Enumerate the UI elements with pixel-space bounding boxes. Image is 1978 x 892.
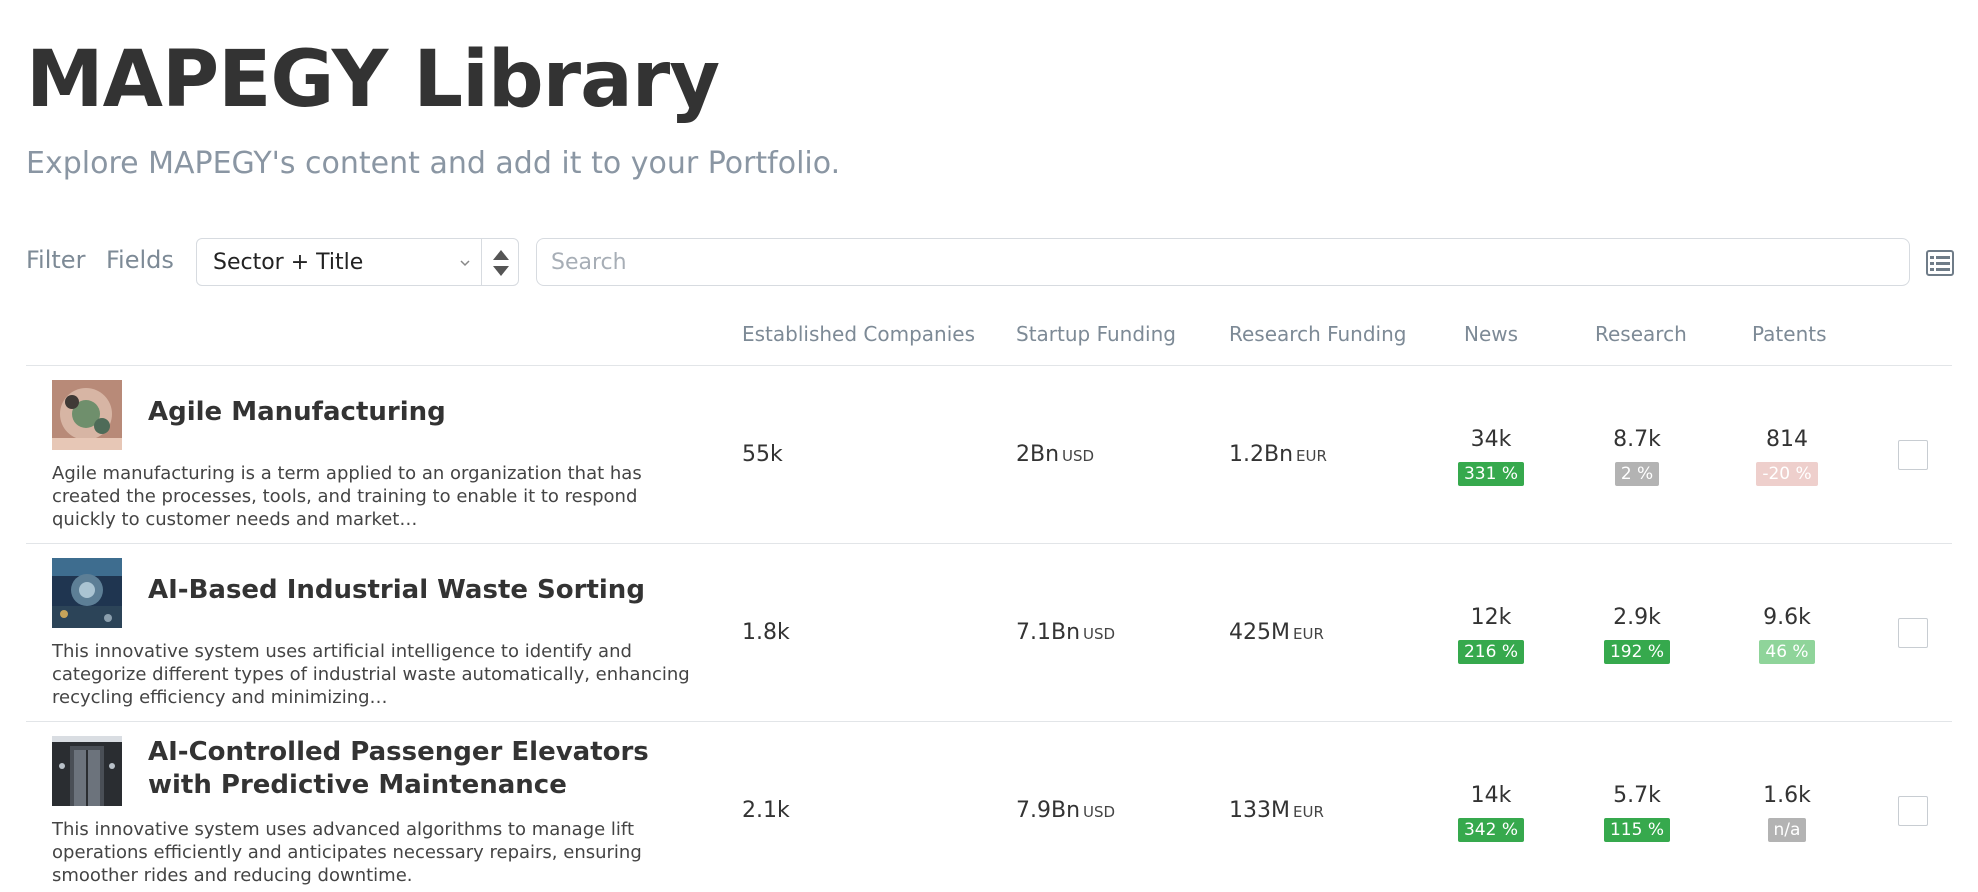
patents-change-badge: -20 % [1756, 462, 1818, 486]
research-funding-unit: EUR [1296, 447, 1327, 465]
startup-funding-unit: USD [1083, 625, 1116, 643]
startup-funding-cell: 7.9Bn USD [1016, 798, 1115, 823]
add-to-portfolio-checkbox[interactable] [1898, 796, 1928, 826]
topic-description: This innovative system uses artificial i… [52, 641, 690, 708]
established-companies-value: 1.8k [742, 620, 790, 645]
table-header: Established Companies Startup Funding Re… [26, 318, 1952, 366]
sort-arrows-icon [493, 250, 509, 276]
patents-value: 814 [1766, 427, 1808, 452]
column-header-research[interactable]: Research [1595, 322, 1687, 346]
topic-description: This innovative system uses advanced alg… [52, 819, 642, 886]
research-funding-cell: 133M EUR [1229, 798, 1324, 823]
column-header-news[interactable]: News [1464, 322, 1518, 346]
research-value: 2.9k [1613, 605, 1661, 630]
page-title: MAPEGY Library [26, 35, 720, 125]
research-metric: 2.9k 192 % [1577, 604, 1697, 664]
news-value: 14k [1470, 783, 1512, 808]
research-funding-value: 1.2Bn [1229, 442, 1294, 467]
table-row[interactable]: AI-Controlled Passenger Elevators with P… [26, 722, 1952, 892]
topic-title[interactable]: AI-Based Industrial Waste Sorting [148, 574, 668, 607]
startup-funding-value: 7.9Bn [1016, 798, 1081, 823]
add-to-portfolio-checkbox[interactable] [1898, 440, 1928, 470]
library-page: MAPEGY Library Explore MAPEGY's content … [0, 0, 1978, 892]
table-row[interactable]: Agile Manufacturing Agile manufacturing … [26, 366, 1952, 544]
news-change-badge: 331 % [1457, 462, 1524, 486]
column-header-patents[interactable]: Patents [1752, 322, 1827, 346]
add-to-portfolio-checkbox[interactable] [1898, 618, 1928, 648]
topic-title[interactable]: Agile Manufacturing [148, 396, 668, 429]
news-change-badge: 216 % [1457, 640, 1524, 664]
research-metric: 8.7k 2 % [1577, 426, 1697, 486]
research-change-badge: 2 % [1614, 462, 1660, 486]
toolbar: Filter Fields Sector + Title [0, 238, 1978, 286]
research-funding-cell: 425M EUR [1229, 620, 1324, 645]
topic-description: Agile manufacturing is a term applied to… [52, 463, 642, 530]
column-header-startup-funding[interactable]: Startup Funding [1016, 322, 1176, 346]
sort-field-select[interactable]: Sector + Title [196, 238, 482, 286]
research-funding-value: 133M [1229, 798, 1290, 823]
startup-funding-unit: USD [1083, 803, 1116, 821]
patents-metric: 9.6k 46 % [1727, 604, 1847, 664]
patents-metric: 814 -20 % [1727, 426, 1847, 486]
filter-button[interactable]: Filter [26, 246, 85, 274]
established-companies-value: 55k [742, 442, 783, 467]
news-metric: 14k 342 % [1431, 782, 1551, 842]
table-row[interactable]: AI-Based Industrial Waste Sorting This i… [26, 544, 1952, 722]
sort-direction-button[interactable] [481, 238, 519, 286]
column-header-research-funding[interactable]: Research Funding [1229, 322, 1406, 346]
topic-thumbnail [52, 736, 122, 806]
fields-button[interactable]: Fields [106, 246, 174, 274]
research-funding-cell: 1.2Bn EUR [1229, 442, 1327, 467]
news-metric: 12k 216 % [1431, 604, 1551, 664]
column-header-established-companies[interactable]: Established Companies [742, 322, 975, 346]
patents-change-badge: 46 % [1759, 640, 1815, 664]
patents-value: 1.6k [1763, 783, 1811, 808]
topic-thumbnail [52, 380, 122, 450]
research-funding-unit: EUR [1292, 803, 1324, 821]
startup-funding-cell: 7.1Bn USD [1016, 620, 1115, 645]
news-change-badge: 342 % [1457, 818, 1524, 842]
research-change-badge: 115 % [1603, 818, 1670, 842]
news-value: 12k [1470, 605, 1512, 630]
chevron-down-icon [460, 260, 470, 267]
patents-metric: 1.6k n/a [1727, 782, 1847, 842]
research-funding-unit: EUR [1292, 625, 1324, 643]
news-value: 34k [1470, 427, 1512, 452]
established-companies-value: 2.1k [742, 798, 790, 823]
research-metric: 5.7k 115 % [1577, 782, 1697, 842]
research-value: 5.7k [1613, 783, 1661, 808]
research-funding-value: 425M [1229, 620, 1290, 645]
topic-thumbnail [52, 558, 122, 628]
page-subtitle: Explore MAPEGY's content and add it to y… [26, 146, 841, 181]
startup-funding-value: 7.1Bn [1016, 620, 1081, 645]
startup-funding-cell: 2Bn USD [1016, 442, 1094, 467]
table-list-icon[interactable] [1926, 250, 1954, 276]
patents-value: 9.6k [1763, 605, 1811, 630]
news-metric: 34k 331 % [1431, 426, 1551, 486]
topic-title[interactable]: AI-Controlled Passenger Elevators with P… [148, 736, 668, 802]
patents-change-badge: n/a [1767, 818, 1807, 842]
sort-field-value: Sector + Title [213, 250, 364, 275]
startup-funding-unit: USD [1062, 447, 1095, 465]
search-input[interactable] [536, 238, 1910, 286]
startup-funding-value: 2Bn [1016, 442, 1060, 467]
research-value: 8.7k [1613, 427, 1661, 452]
research-change-badge: 192 % [1603, 640, 1670, 664]
